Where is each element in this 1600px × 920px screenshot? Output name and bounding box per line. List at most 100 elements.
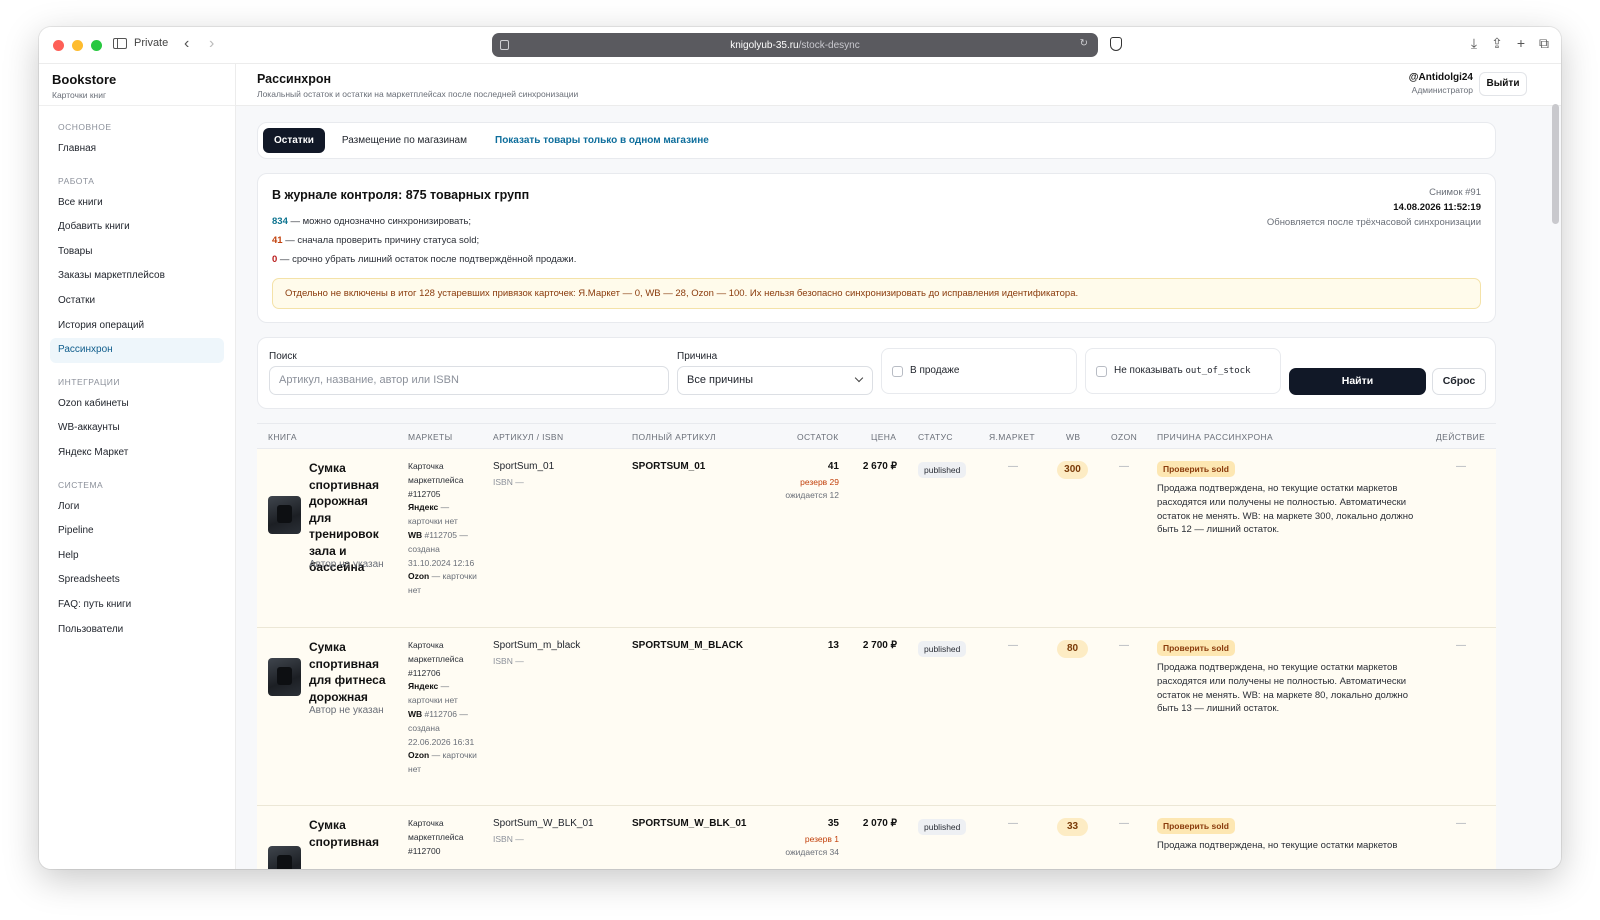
sidebar-item-pipeline[interactable]: Pipeline bbox=[50, 519, 224, 544]
chevron-down-icon bbox=[854, 373, 864, 383]
back-button[interactable]: ‹ bbox=[184, 35, 189, 53]
sidebar-item-desync[interactable]: Рассинхрон bbox=[50, 338, 224, 363]
on-sale-checkbox[interactable]: В продаже bbox=[881, 348, 1077, 394]
column-ozon: Ozon bbox=[1111, 432, 1138, 442]
checkbox-icon[interactable] bbox=[1096, 366, 1107, 377]
market-card-link[interactable]: Карточка маркетплейса #112706 bbox=[408, 640, 463, 678]
column-book: Книга bbox=[268, 432, 297, 442]
product-thumbnail bbox=[268, 846, 301, 869]
user-name: @Antidolgi24 bbox=[1408, 72, 1473, 83]
forward-button[interactable]: › bbox=[209, 35, 214, 53]
browser-actions: ⤓ ⇪ + ⧉ bbox=[1471, 35, 1549, 52]
market-card-link[interactable]: Карточка маркетплейса #112700 bbox=[408, 818, 463, 856]
sidebar-item-ozon[interactable]: Ozon кабинеты bbox=[50, 392, 224, 417]
summary-card: В журнале контроля: 875 товарных групп 8… bbox=[257, 173, 1496, 323]
snapshot-info: Снимок #91 14.08.2026 11:52:19 Обновляет… bbox=[1267, 187, 1481, 228]
stock-value: 13 bbox=[827, 640, 839, 651]
nav-section-integrations: Интеграции bbox=[58, 376, 120, 387]
ymarket-value: — bbox=[1008, 461, 1018, 472]
sidebar-item-help[interactable]: Help bbox=[50, 544, 224, 569]
download-icon[interactable]: ⤓ bbox=[1471, 35, 1477, 52]
wb-stock-badge: 300 bbox=[1057, 461, 1088, 479]
maximize-window-button[interactable] bbox=[91, 40, 102, 51]
checkbox-icon[interactable] bbox=[892, 366, 903, 377]
tab-placement[interactable]: Размещение по магазинам bbox=[331, 128, 478, 153]
page-title: Рассинхрон bbox=[257, 72, 332, 86]
sidebar-item-add-books[interactable]: Добавить книги bbox=[50, 215, 224, 240]
book-title[interactable]: Сумка спортивная bbox=[309, 817, 391, 850]
sidebar-item-all-books[interactable]: Все книги bbox=[50, 191, 224, 216]
markets-info: Карточка маркетплейса #112705 Яндекс — к… bbox=[408, 460, 478, 598]
reason-text: Продажа подтверждена, но текущие остатки… bbox=[1157, 662, 1409, 715]
private-tab-indicator[interactable]: Private bbox=[113, 37, 168, 49]
hide-out-of-stock-checkbox[interactable]: Не показывать out_of_stock bbox=[1085, 348, 1281, 394]
sidebar-item-faq[interactable]: FAQ: путь книги bbox=[50, 593, 224, 618]
ozon-value: — bbox=[1119, 640, 1129, 651]
sidebar-item-yandex[interactable]: Яндекс Маркет bbox=[50, 441, 224, 466]
shield-icon[interactable] bbox=[1110, 37, 1122, 51]
sync-count: 834 bbox=[272, 216, 288, 227]
snapshot-note: Обновляется после трёхчасовой синхрониза… bbox=[1266, 217, 1481, 228]
column-article: Артикул / ISBN bbox=[493, 432, 564, 442]
ozon-value: — bbox=[1119, 461, 1129, 472]
find-button[interactable]: Найти bbox=[1289, 368, 1426, 395]
url-host: knigolyub-35.ru bbox=[730, 39, 799, 51]
sidebar-item-history[interactable]: История операций bbox=[50, 314, 224, 339]
wb-stock-badge: 33 bbox=[1057, 818, 1088, 836]
sidebar-item-stock[interactable]: Остатки bbox=[50, 289, 224, 314]
brand-subtitle: Карточки книг bbox=[52, 90, 107, 100]
market-card-link[interactable]: Карточка маркетплейса #112705 bbox=[408, 461, 463, 499]
sidebar-item-home[interactable]: Главная bbox=[50, 137, 224, 162]
action-placeholder: — bbox=[1456, 461, 1466, 472]
sidebar-item-products[interactable]: Товары bbox=[50, 240, 224, 265]
reason-label: Причина bbox=[677, 351, 718, 362]
sidebar-toggle-icon[interactable] bbox=[113, 37, 127, 49]
sidebar-item-orders[interactable]: Заказы маркетплейсов bbox=[50, 264, 224, 289]
reason-select[interactable]: Все причины bbox=[677, 366, 873, 395]
table-row[interactable]: Сумка спортивная дорожная для тренировок… bbox=[257, 449, 1496, 628]
status-badge: published bbox=[918, 462, 967, 478]
summary-sync-line: 834 — можно однозначно синхронизировать; bbox=[272, 216, 471, 227]
share-icon[interactable]: ⇪ bbox=[1491, 35, 1503, 52]
sync-text: — можно однозначно синхронизировать; bbox=[287, 216, 472, 227]
window-controls bbox=[53, 40, 102, 51]
column-stock: Остаток bbox=[797, 432, 839, 442]
table-row[interactable]: Сумка спортивная Карточка маркетплейса #… bbox=[257, 806, 1496, 869]
page-settings-icon[interactable] bbox=[500, 40, 509, 50]
minimize-window-button[interactable] bbox=[72, 40, 83, 51]
browser-window: Private ‹ › knigolyub-35.ru/stock-desync… bbox=[39, 27, 1561, 869]
page-scrollbar[interactable] bbox=[1552, 104, 1559, 224]
tabs-overview-icon[interactable]: ⧉ bbox=[1539, 35, 1549, 52]
tab-stock[interactable]: Остатки bbox=[263, 128, 325, 153]
app: Bookstore Карточки книг Основное Главная… bbox=[39, 64, 1561, 869]
new-tab-icon[interactable]: + bbox=[1517, 35, 1525, 52]
logout-button[interactable]: Выйти bbox=[1479, 72, 1527, 96]
sidebar-item-spreadsheets[interactable]: Spreadsheets bbox=[50, 568, 224, 593]
view-tabs: Остатки Размещение по магазинам Показать… bbox=[257, 122, 1496, 159]
stock-value: 35 bbox=[827, 818, 839, 829]
single-store-link[interactable]: Показать товары только в одном магазине bbox=[484, 128, 720, 153]
brand: Bookstore Карточки книг bbox=[39, 64, 235, 106]
sidebar-item-wb[interactable]: WB-аккаунты bbox=[50, 416, 224, 441]
table-header: Книга Маркеты Артикул / ISBN Полный арти… bbox=[257, 424, 1496, 449]
column-ymarket: Я.Маркет bbox=[989, 432, 1035, 442]
hide-out-of-stock-label: Не показывать bbox=[1114, 365, 1186, 376]
content-area: Остатки Размещение по магазинам Показать… bbox=[257, 122, 1496, 869]
article: SportSum_m_black bbox=[493, 640, 581, 651]
column-status: Статус bbox=[918, 432, 953, 442]
address-bar[interactable]: knigolyub-35.ru/stock-desync ↻ bbox=[492, 33, 1098, 57]
book-author: Автор не указан bbox=[309, 705, 384, 716]
desync-table: Книга Маркеты Артикул / ISBN Полный арти… bbox=[257, 423, 1496, 869]
user-role: Администратор bbox=[1411, 85, 1473, 95]
article: SportSum_W_BLK_01 bbox=[493, 818, 594, 829]
sidebar-item-logs[interactable]: Логи bbox=[50, 495, 224, 520]
book-title[interactable]: Сумка спортивная для фитнеса дорожная bbox=[309, 639, 391, 705]
reload-icon[interactable]: ↻ bbox=[1080, 38, 1088, 49]
check-count: 41 bbox=[272, 235, 283, 246]
table-row[interactable]: Сумка спортивная для фитнеса дорожная Ав… bbox=[257, 628, 1496, 806]
reset-button[interactable]: Сброс bbox=[1432, 368, 1486, 395]
search-input[interactable]: Артикул, название, автор или ISBN bbox=[269, 366, 669, 395]
close-window-button[interactable] bbox=[53, 40, 64, 51]
search-label: Поиск bbox=[269, 351, 297, 362]
sidebar-item-users[interactable]: Пользователи bbox=[50, 618, 224, 643]
